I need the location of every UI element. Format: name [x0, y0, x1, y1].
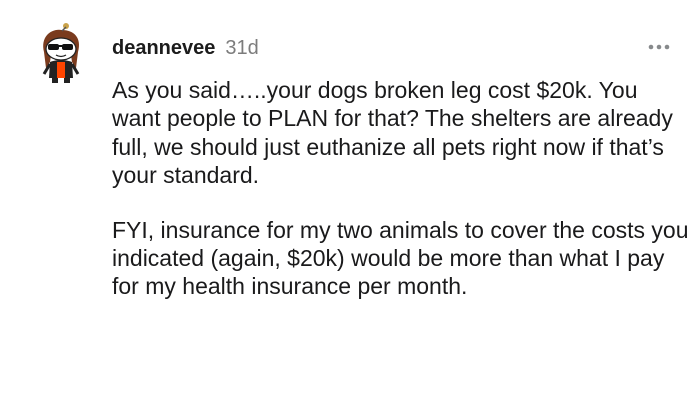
comment-paragraph: As you said…..your dogs broken leg cost …	[112, 77, 673, 189]
more-options-button[interactable]	[646, 38, 672, 56]
comment-paragraph: FYI, insurance for my two animals to cov…	[112, 216, 689, 300]
comment-age: 31d	[225, 37, 259, 59]
comment-header: deannevee 31d	[112, 35, 259, 61]
snoo-avatar-icon	[42, 23, 80, 83]
user-avatar[interactable]	[30, 22, 92, 84]
more-options-icon	[648, 44, 670, 50]
comment: deannevee 31d As you said…..your dogs br…	[0, 0, 700, 404]
username-link[interactable]: deannevee	[112, 35, 215, 61]
comment-body: As you said…..your dogs broken leg cost …	[112, 76, 692, 301]
